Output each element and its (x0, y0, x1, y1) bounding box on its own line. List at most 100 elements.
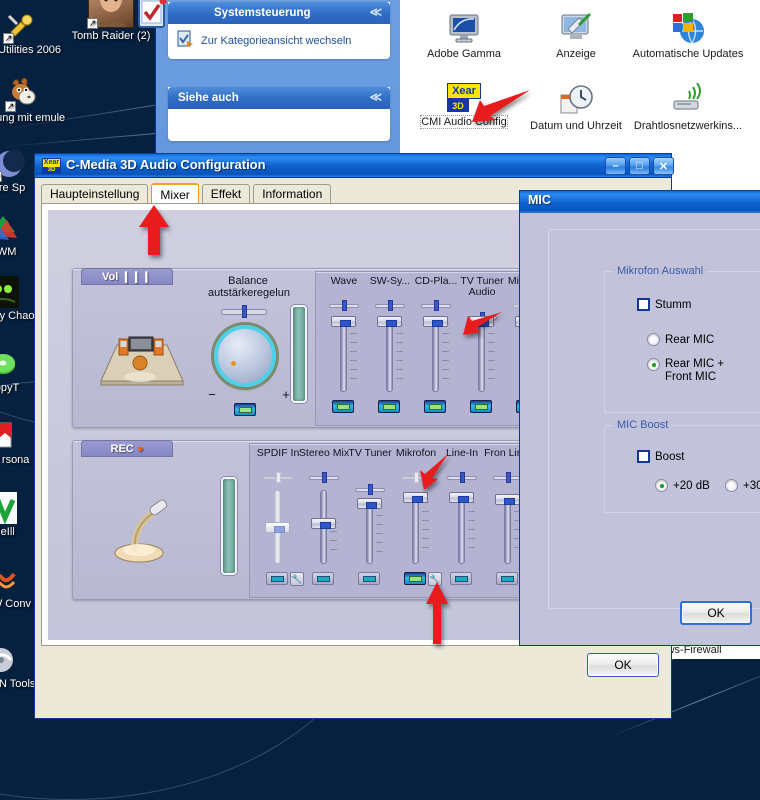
channel-volume-thumb[interactable] (377, 316, 402, 327)
master-level-meter (291, 305, 307, 403)
balance-thumb[interactable] (388, 300, 393, 311)
channel-mute-button[interactable] (424, 400, 446, 413)
balance-thumb[interactable] (368, 484, 373, 495)
mikrofon-auswahl-group: Mikrofon Auswahl Stumm Rear MIC Rear MIC… (604, 271, 760, 413)
shortcut-arrow-icon: ↗ (0, 171, 2, 182)
channel-ticks (350, 324, 357, 387)
tab-label: Mixer (160, 188, 189, 202)
close-button[interactable]: ✕ (653, 157, 674, 175)
channel-volume-track[interactable] (386, 318, 393, 392)
boost-30db-radio[interactable] (725, 479, 738, 492)
balance-slider-thumb[interactable] (242, 305, 247, 318)
channel-volume-thumb[interactable] (331, 316, 356, 327)
mic-dialog-ok-button[interactable]: OK (680, 601, 752, 625)
record-channel-stereo-mix: Stereo Mix (299, 444, 349, 597)
rear-mic-radio[interactable] (647, 333, 660, 346)
cp-item-drahtlosnetzwerk[interactable]: Drahtlosnetzwerkins... (632, 83, 744, 132)
tab-mixer[interactable]: Mixer (151, 183, 198, 204)
balance-slider[interactable] (221, 305, 267, 318)
balance-thumb[interactable] (460, 472, 465, 483)
boost-30db-label: +30 d (743, 480, 760, 493)
balance-thumb[interactable] (276, 472, 281, 483)
tab-label: Effekt (211, 187, 241, 201)
balance-thumb[interactable] (506, 472, 511, 483)
moon-icon: ↗ (0, 148, 25, 180)
playback-group-tab[interactable]: Vol ❙❙❙ (81, 268, 173, 285)
channel-volume-track[interactable] (340, 318, 347, 392)
cp-item-anzeige[interactable]: Anzeige (520, 11, 632, 60)
boost-checkbox[interactable] (637, 450, 650, 463)
channel-volume-track[interactable] (432, 318, 439, 392)
desktop-icon-up-utilities[interactable]: ↗ Up Utilities 2006 (0, 10, 64, 56)
desktop-icon-emule[interactable]: ↗ üpfung mit emule (0, 78, 66, 124)
record-group-tab[interactable]: REC ● (81, 440, 173, 457)
rear-front-mic-radio[interactable] (647, 358, 660, 371)
balance-dial[interactable] (214, 325, 276, 387)
mute-led (271, 576, 284, 582)
cp-item-datum-uhrzeit[interactable]: Datum und Uhrzeit (520, 83, 632, 132)
channel-volume-track[interactable] (458, 494, 465, 564)
channel-volume-track[interactable] (412, 494, 419, 564)
channel-balance-slider[interactable] (355, 484, 385, 495)
channel-volume-track[interactable] (366, 500, 373, 564)
particle-icon: ↗ (0, 492, 17, 524)
channel-ticks (422, 502, 429, 556)
tab-haupteinstellung[interactable]: Haupteinstellung (41, 184, 148, 203)
channel-balance-slider[interactable] (329, 300, 359, 311)
channel-balance-slider[interactable] (309, 472, 339, 483)
desktop-icon-label: Up Utilities 2006 (0, 44, 64, 56)
record-dot-icon: ● (137, 443, 144, 455)
daemon-tools-icon: ↗ (0, 644, 17, 676)
channel-mute-button[interactable] (378, 400, 400, 413)
balance-thumb[interactable] (342, 300, 347, 311)
channel-volume-thumb[interactable] (423, 316, 448, 327)
cmedia-titlebar[interactable]: Xear3D C-Media 3D Audio Configuration – … (35, 154, 671, 178)
dial-minus-label: − (205, 389, 219, 401)
link-kategorieansicht[interactable]: Zur Kategorieansicht wechseln (176, 30, 382, 51)
task-panel-header[interactable]: Systemsteuerung ≪ (168, 2, 390, 24)
channel-volume-thumb[interactable] (311, 518, 336, 529)
channel-volume-thumb[interactable] (449, 492, 474, 503)
master-mute-button[interactable] (234, 403, 256, 416)
task-panel-header[interactable]: Siehe auch ≪ (168, 87, 390, 109)
channel-balance-slider[interactable] (263, 472, 293, 483)
speaker-setup-icon (93, 327, 189, 389)
record-level-meter (221, 477, 237, 575)
minimize-button[interactable]: – (605, 157, 626, 175)
balance-thumb[interactable] (322, 472, 327, 483)
channel-mute-button[interactable] (450, 572, 472, 585)
playback-channel-tv-tuner-audio: TV Tuner Audio (457, 272, 507, 425)
cp-item-label: Automatische Updates (633, 48, 744, 60)
shortcut-arrow-icon: ↗ (87, 18, 98, 29)
channel-volume-thumb[interactable] (357, 498, 382, 509)
channel-balance-slider[interactable] (421, 300, 451, 311)
tab-information[interactable]: Information (253, 184, 331, 203)
channel-balance-slider[interactable] (375, 300, 405, 311)
maximize-button[interactable]: □ (629, 157, 650, 175)
channel-mute-button[interactable] (358, 572, 380, 585)
channel-mute-button[interactable] (312, 572, 334, 585)
monitor-icon (447, 11, 481, 45)
cp-item-automatische-updates[interactable]: Automatische Updates (632, 11, 744, 60)
channel-volume-thumb[interactable] (265, 522, 290, 533)
channel-mute-button[interactable] (266, 572, 288, 585)
channel-mute-button[interactable] (332, 400, 354, 413)
channel-volume-thumb[interactable] (403, 492, 428, 503)
tab-effekt[interactable]: Effekt (202, 184, 250, 203)
cp-item-adobe-gamma[interactable]: Adobe Gamma (408, 11, 520, 60)
channel-volume-thumb[interactable] (495, 494, 520, 505)
chevron-up-icon[interactable]: ≪ (369, 90, 382, 104)
boost-20db-radio[interactable] (655, 479, 668, 492)
channel-mute-button[interactable] (496, 572, 518, 585)
mic-dialog-titlebar[interactable]: MIC (520, 191, 760, 213)
mute-led (475, 404, 488, 410)
chevron-up-icon[interactable]: ≪ (369, 5, 382, 19)
stumm-checkbox[interactable] (637, 298, 650, 311)
channel-mute-button[interactable] (470, 400, 492, 413)
cmedia-ok-button[interactable]: OK (587, 653, 659, 677)
balance-thumb[interactable] (434, 300, 439, 311)
playback-channel-sw-synth: SW-Sy... (365, 272, 415, 425)
mic-dialog-body: Mikrofon Auswahl Stumm Rear MIC Rear MIC… (520, 213, 760, 645)
control-panel-icon (134, 0, 172, 31)
channel-mute-button[interactable] (404, 572, 426, 585)
